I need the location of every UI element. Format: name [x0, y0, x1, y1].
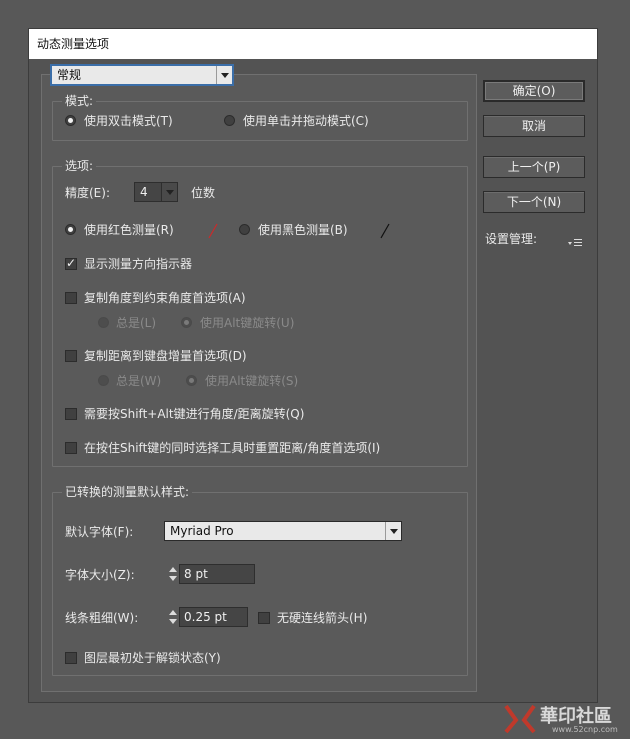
copy-distance-checkbox[interactable] — [65, 350, 77, 362]
style-group — [52, 492, 468, 676]
shift-select-label[interactable]: 在按住Shift键的同时选择工具时重置距离/角度首选项(I) — [84, 441, 380, 455]
chevron-down-icon[interactable] — [161, 183, 177, 201]
copy-angle-always-label[interactable]: 总是(L) — [116, 316, 156, 330]
logo-icon — [504, 704, 536, 734]
chevron-down-icon[interactable] — [216, 66, 232, 84]
style-legend: 已转换的测量默认样式: — [62, 485, 193, 499]
previous-button[interactable]: 上一个(P) — [483, 156, 585, 178]
stroke-weight-input[interactable]: 0.25 pt — [179, 607, 248, 627]
shift-select-checkbox[interactable] — [65, 442, 77, 454]
stroke-weight-label: 线条粗细(W): — [65, 611, 139, 625]
settings-menu-icon[interactable] — [567, 238, 583, 248]
font-size-input[interactable]: 8 pt — [179, 564, 255, 584]
chevron-down-icon[interactable] — [385, 522, 401, 540]
font-size-stepper[interactable] — [167, 564, 179, 584]
precision-select[interactable]: 4 — [134, 182, 178, 202]
show-direction-label[interactable]: 显示测量方向指示器 — [84, 257, 192, 271]
page-select-value: 常规 — [57, 68, 82, 82]
copy-angle-alt-label[interactable]: 使用Alt键旋转(U) — [200, 316, 294, 330]
copy-angle-checkbox[interactable] — [65, 292, 77, 304]
unlock-layer-label[interactable]: 图层最初处于解锁状态(Y) — [84, 651, 221, 665]
double-click-mode-label[interactable]: 使用双击模式(T) — [84, 114, 173, 128]
precision-value: 4 — [140, 185, 148, 199]
show-direction-checkbox[interactable] — [65, 256, 77, 270]
no-hard-arrow-label[interactable]: 无硬连线箭头(H) — [277, 611, 367, 625]
stroke-weight-stepper[interactable] — [167, 607, 179, 627]
font-size-label: 字体大小(Z): — [65, 568, 135, 582]
copy-distance-always-label[interactable]: 总是(W) — [116, 374, 161, 388]
double-click-mode-radio[interactable] — [65, 115, 76, 126]
shift-alt-checkbox[interactable] — [65, 408, 77, 420]
copy-distance-alt-radio[interactable] — [186, 375, 197, 386]
shift-alt-label[interactable]: 需要按Shift+Alt键进行角度/距离旋转(Q) — [84, 407, 304, 421]
copy-angle-label[interactable]: 复制角度到约束角度首选项(A) — [84, 291, 246, 305]
cancel-button[interactable]: 取消 — [483, 115, 585, 137]
font-value: Myriad Pro — [170, 524, 234, 538]
mode-legend: 模式: — [62, 94, 97, 108]
next-button[interactable]: 下一个(N) — [483, 191, 585, 213]
unlock-layer-checkbox[interactable] — [65, 652, 77, 664]
watermark-logo: 華印社區 www.52cnp.com — [500, 700, 630, 739]
precision-unit: 位数 — [191, 186, 216, 200]
watermark-url: www.52cnp.com — [552, 725, 618, 734]
page-select[interactable]: 常规 — [51, 65, 233, 85]
copy-distance-alt-label[interactable]: 使用Alt键旋转(S) — [205, 374, 298, 388]
font-select[interactable]: Myriad Pro — [164, 521, 402, 541]
window-title: 动态测量选项 — [29, 29, 597, 59]
ok-button[interactable]: 确定(O) — [483, 80, 585, 102]
click-drag-mode-radio[interactable] — [224, 115, 235, 126]
red-measure-radio[interactable] — [65, 224, 76, 235]
font-label: 默认字体(F): — [65, 525, 134, 539]
copy-distance-label[interactable]: 复制距离到键盘增量首选项(D) — [84, 349, 247, 363]
copy-angle-always-radio[interactable] — [98, 317, 109, 328]
red-measure-label[interactable]: 使用红色测量(R) — [84, 223, 174, 237]
dialog: 动态测量选项 常规 模式: 使用双击模式(T) 使用单击并拖动模式(C) 选项:… — [28, 28, 598, 703]
red-line-icon — [208, 223, 218, 239]
black-line-icon — [380, 223, 390, 239]
click-drag-mode-label[interactable]: 使用单击并拖动模式(C) — [243, 114, 369, 128]
black-measure-radio[interactable] — [239, 224, 250, 235]
options-legend: 选项: — [62, 159, 97, 173]
black-measure-label[interactable]: 使用黑色测量(B) — [258, 223, 348, 237]
no-hard-arrow-checkbox[interactable] — [258, 612, 270, 624]
precision-label: 精度(E): — [65, 186, 110, 200]
copy-distance-always-radio[interactable] — [98, 375, 109, 386]
copy-angle-alt-radio[interactable] — [181, 317, 192, 328]
settings-management-label: 设置管理: — [485, 232, 538, 246]
